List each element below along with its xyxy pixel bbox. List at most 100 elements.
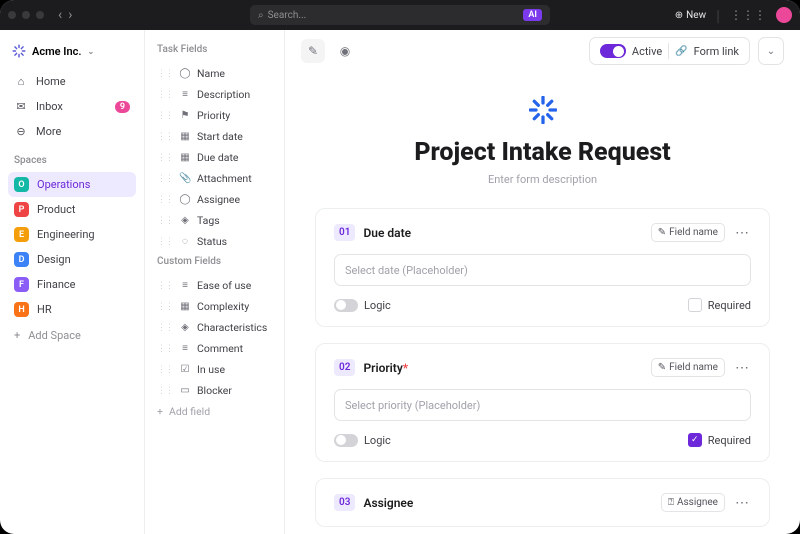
card-title[interactable]: Due date [363, 226, 411, 240]
form-field-card[interactable]: 01 Due date ✎Field name ⋯ Select date (P… [315, 208, 770, 327]
plus-icon: + [157, 405, 163, 418]
field-palette-item[interactable]: ⋮⋮▦Complexity [153, 296, 276, 317]
field-map-tag[interactable]: ⍰Assignee [661, 493, 725, 512]
form-link-label[interactable]: Form link [694, 45, 739, 58]
card-title[interactable]: Priority* [363, 361, 408, 375]
inbox-icon: ✉ [14, 100, 28, 113]
card-more-icon[interactable]: ⋯ [733, 360, 751, 376]
field-type-icon: ⚑ [179, 110, 191, 121]
field-palette-item[interactable]: ⋮⋮◈Characteristics [153, 317, 276, 338]
form-logo-icon [529, 96, 557, 124]
drag-grip-icon: ⋮⋮ [157, 281, 173, 291]
logic-toggle[interactable] [334, 299, 358, 312]
nav-home[interactable]: ⌂Home [8, 70, 136, 93]
field-label: In use [197, 363, 225, 376]
inbox-count-badge: 9 [115, 101, 130, 113]
sidebar-space-item[interactable]: PProduct [8, 197, 136, 222]
field-palette-item[interactable]: ⋮⋮◯Assignee [153, 189, 276, 210]
add-field-button[interactable]: + Add field [153, 401, 276, 422]
form-options-dropdown[interactable]: ⌄ [758, 37, 784, 65]
field-label: Ease of use [197, 279, 251, 292]
nav-forward-icon[interactable]: › [68, 7, 72, 23]
edit-button[interactable]: ✎ [301, 39, 325, 63]
sidebar-space-item[interactable]: FFinance [8, 272, 136, 297]
field-palette-item[interactable]: ⋮⋮◯Name [153, 63, 276, 84]
field-type-icon: ▭ [179, 385, 191, 396]
ai-badge[interactable]: AI [523, 9, 542, 21]
sidebar-space-item[interactable]: HHR [8, 297, 136, 322]
drag-grip-icon: ⋮⋮ [157, 323, 173, 333]
global-search[interactable]: ⌕ Search... AI [250, 5, 550, 25]
traffic-light-max[interactable] [36, 11, 44, 19]
sidebar-space-item[interactable]: EEngineering [8, 222, 136, 247]
card-more-icon[interactable]: ⋯ [733, 225, 751, 241]
drag-grip-icon: ⋮⋮ [157, 216, 173, 226]
form-title[interactable]: Project Intake Request [414, 138, 670, 167]
space-label: Finance [37, 278, 75, 291]
pencil-icon: ✎ [308, 44, 318, 58]
required-checkbox[interactable] [688, 298, 702, 312]
nav-back-icon[interactable]: ‹ [58, 7, 62, 23]
field-palette-item[interactable]: ⋮⋮≡Ease of use [153, 275, 276, 296]
required-checkbox[interactable]: ✓ [688, 433, 702, 447]
drag-grip-icon: ⋮⋮ [157, 90, 173, 100]
nav-inbox[interactable]: ✉Inbox9 [8, 95, 136, 118]
field-palette-item[interactable]: ⋮⋮📎Attachment [153, 168, 276, 189]
card-number-badge: 01 [334, 224, 355, 241]
sidebar-space-item[interactable]: OOperations [8, 172, 136, 197]
apps-grid-icon[interactable]: ⋮⋮⋮ [730, 8, 766, 22]
field-palette-item[interactable]: ⋮⋮≡Comment [153, 338, 276, 359]
drag-grip-icon: ⋮⋮ [157, 132, 173, 142]
space-label: Product [37, 203, 75, 216]
card-more-icon[interactable]: ⋯ [733, 495, 751, 511]
field-map-tag[interactable]: ✎Field name [651, 223, 725, 242]
field-type-icon: ◌ [179, 236, 191, 247]
workspace-switcher[interactable]: Acme Inc. ⌄ [8, 40, 136, 68]
add-space-button[interactable]: +Add Space [8, 324, 136, 347]
field-map-tag[interactable]: ✎Field name [651, 358, 725, 377]
field-label: Tags [197, 214, 220, 227]
nav-more[interactable]: ⊖More [8, 120, 136, 143]
preview-button[interactable]: ◉ [333, 39, 357, 63]
field-type-icon: ☑ [179, 364, 191, 375]
field-palette-item[interactable]: ⋮⋮⚑Priority [153, 105, 276, 126]
chevron-down-icon: ⌄ [767, 46, 775, 57]
card-input-placeholder[interactable]: Select priority (Placeholder) [334, 389, 751, 421]
card-input-placeholder[interactable]: Select date (Placeholder) [334, 254, 751, 286]
sidebar-space-item[interactable]: DDesign [8, 247, 136, 272]
field-palette-item[interactable]: ⋮⋮☑In use [153, 359, 276, 380]
search-icon: ⌕ [258, 10, 264, 21]
traffic-light-close[interactable] [8, 11, 16, 19]
form-field-card[interactable]: 03 Assignee ⍰Assignee ⋯ [315, 478, 770, 527]
card-title[interactable]: Assignee [363, 496, 413, 510]
field-type-icon: ◯ [179, 68, 191, 79]
field-palette-item[interactable]: ⋮⋮◌Status [153, 231, 276, 252]
drag-grip-icon: ⋮⋮ [157, 344, 173, 354]
traffic-light-min[interactable] [22, 11, 30, 19]
drag-grip-icon: ⋮⋮ [157, 386, 173, 396]
field-label: Due date [197, 151, 239, 164]
field-palette-item[interactable]: ⋮⋮ ◈ Tags [153, 210, 276, 231]
user-avatar[interactable] [776, 7, 792, 23]
new-button[interactable]: ⊕ New [675, 10, 706, 21]
add-field-label: Add field [169, 405, 210, 418]
active-toggle[interactable] [600, 44, 626, 58]
field-palette-item[interactable]: ⋮⋮▦Start date [153, 126, 276, 147]
more-icon: ⊖ [14, 125, 28, 138]
logic-toggle[interactable] [334, 434, 358, 447]
drag-grip-icon: ⋮⋮ [157, 174, 173, 184]
main-content: ✎ ◉ Active 🔗 Form link ⌄ Project Intake … [285, 30, 800, 534]
logic-label: Logic [364, 434, 391, 447]
field-palette-item[interactable]: ⋮⋮≡Description [153, 84, 276, 105]
field-type-icon: ◈ [179, 215, 191, 226]
drag-grip-icon: ⋮⋮ [157, 153, 173, 163]
field-palette-item[interactable]: ⋮⋮▭Blocker [153, 380, 276, 401]
field-label: Description [197, 88, 250, 101]
form-description-placeholder[interactable]: Enter form description [488, 173, 597, 186]
form-field-card[interactable]: 02 Priority* ✎Field name ⋯ Select priori… [315, 343, 770, 462]
field-palette-item[interactable]: ⋮⋮▦Due date [153, 147, 276, 168]
active-label: Active [632, 45, 662, 58]
titlebar: ‹ › ⌕ Search... AI ⊕ New | ⋮⋮⋮ [0, 0, 800, 30]
field-type-icon: 📎 [179, 173, 191, 184]
space-label: Engineering [37, 228, 95, 241]
